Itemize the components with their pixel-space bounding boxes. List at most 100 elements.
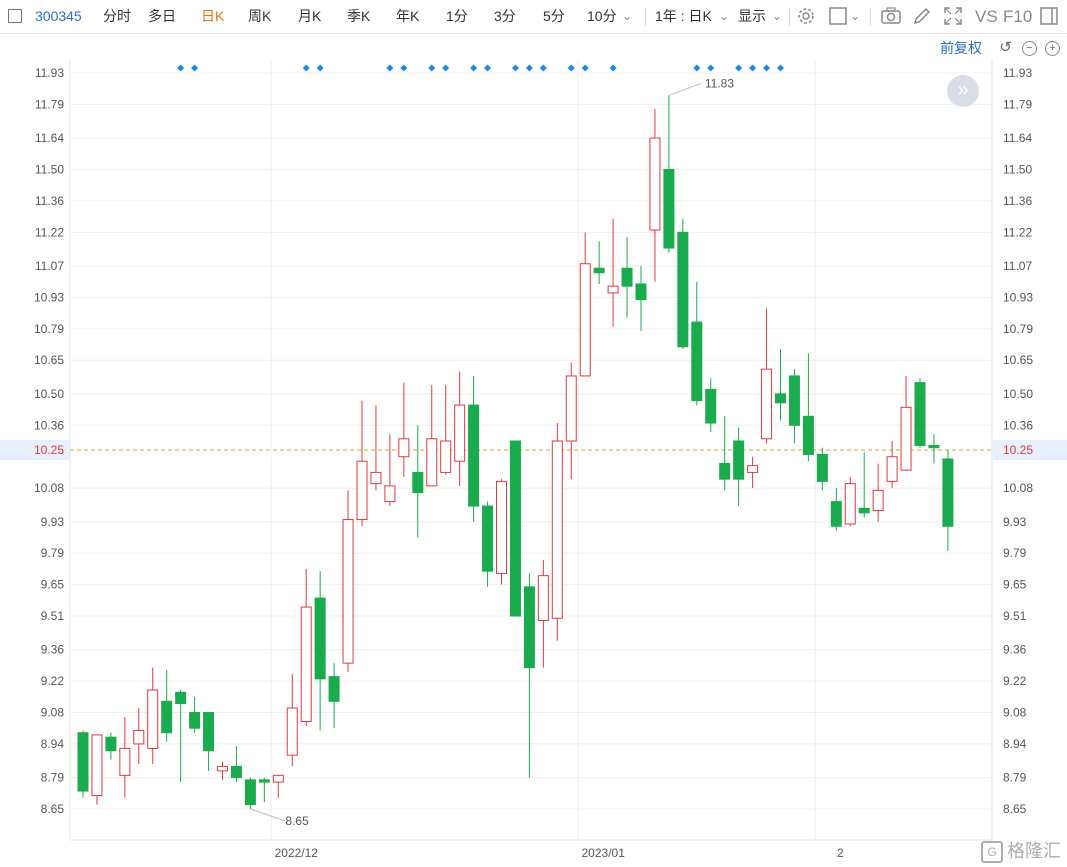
y-tick-label: 9.36	[41, 643, 65, 657]
event-marker-icon[interactable]	[177, 64, 185, 72]
event-marker-icon[interactable]	[400, 64, 408, 72]
y-tick-label: 9.65	[1003, 578, 1027, 592]
candle-body-up	[217, 765, 228, 772]
event-markers[interactable]	[177, 64, 784, 72]
y-tick-label: 11.50	[35, 162, 64, 176]
event-marker-icon[interactable]	[442, 64, 450, 72]
event-marker-icon[interactable]	[735, 64, 743, 72]
y-tick-label: 10.08	[1003, 481, 1033, 495]
candle-body-down	[105, 736, 117, 752]
y-tick-label: 11.36	[35, 194, 64, 208]
candle-body-down	[482, 505, 494, 572]
candle-body-up	[551, 440, 563, 619]
event-marker-icon[interactable]	[386, 64, 394, 72]
y-tick-label: 9.08	[1003, 706, 1027, 720]
y-tick-label: 10.93	[34, 290, 64, 304]
y-tick-label: 11.07	[35, 259, 64, 273]
candle-body-up	[370, 471, 382, 485]
y-tick-label: 10.79	[1003, 322, 1033, 336]
candle-body-down	[175, 691, 187, 705]
x-tick-label: 2	[837, 846, 844, 860]
candle-body-down	[77, 732, 89, 792]
y-tick-label: 8.94	[41, 737, 65, 751]
high-price-label: 11.83	[705, 76, 734, 90]
x-tick-label: 2023/01	[582, 846, 626, 860]
event-marker-icon[interactable]	[302, 64, 310, 72]
event-marker-icon[interactable]	[470, 64, 478, 72]
candle-body-up	[398, 438, 410, 458]
candle-body-up	[649, 137, 661, 231]
candle-body-up	[844, 483, 856, 525]
y-tick-label: 9.79	[1003, 546, 1027, 560]
event-marker-icon[interactable]	[763, 64, 771, 72]
event-marker-icon[interactable]	[191, 64, 199, 72]
y-tick-label: 10.36	[34, 418, 64, 432]
event-marker-icon[interactable]	[693, 64, 701, 72]
candle-body-down	[691, 321, 703, 402]
event-marker-icon[interactable]	[316, 64, 324, 72]
candle-body-up	[900, 406, 912, 471]
low-price-label: 8.65	[285, 814, 309, 828]
y-tick-label: 10.79	[34, 322, 64, 336]
watermark: G 格隆汇	[981, 837, 1061, 863]
candle-body-down	[189, 712, 201, 729]
y-tick-label: 8.94	[1003, 737, 1027, 751]
candle-body-up	[537, 575, 549, 622]
y-tick-label: 8.79	[41, 771, 65, 785]
candle-body-up	[119, 747, 131, 776]
candle-body-up	[342, 519, 354, 664]
x-tick-label: 2022/12	[275, 846, 319, 860]
event-marker-icon[interactable]	[511, 64, 519, 72]
candle-body-down	[468, 404, 480, 507]
candle-body-up	[356, 460, 368, 521]
event-marker-icon[interactable]	[749, 64, 757, 72]
y-tick-label: 9.51	[41, 609, 65, 623]
candle-body-up	[886, 456, 898, 482]
candle-body-down	[412, 471, 424, 494]
event-marker-icon[interactable]	[581, 64, 589, 72]
y-tick-label: 9.51	[1003, 609, 1027, 623]
event-marker-icon[interactable]	[539, 64, 547, 72]
x-axis: 2022/12 2023/01 2	[275, 846, 844, 860]
y-tick-label: 8.65	[41, 802, 65, 816]
ref-price-label: 10.25	[34, 443, 64, 457]
candlestick-chart[interactable]: 11.93 11.79 11.64 11.50 11.36 11.22 11.07 10.93…	[0, 0, 1067, 867]
candle-body-down	[328, 676, 340, 702]
event-marker-icon[interactable]	[567, 64, 575, 72]
y-tick-label: 9.65	[41, 578, 65, 592]
y-tick-label: 10.50	[34, 387, 64, 401]
candle-body-up	[384, 485, 396, 503]
expand-icon[interactable]: »	[947, 75, 979, 107]
y-tick-label: 8.65	[1003, 802, 1027, 816]
candle-body-down	[523, 586, 535, 669]
event-marker-icon[interactable]	[707, 64, 715, 72]
event-marker-icon[interactable]	[609, 64, 617, 72]
y-tick-label: 10.65	[34, 353, 64, 367]
y-tick-label: 11.22	[35, 225, 64, 239]
candle-body-down	[314, 597, 326, 680]
annotation-leader	[250, 808, 286, 822]
event-marker-icon[interactable]	[428, 64, 436, 72]
event-marker-icon[interactable]	[777, 64, 784, 72]
y-tick-label: 10.65	[1003, 353, 1033, 367]
candle-body-up	[872, 489, 884, 512]
y-tick-label: 9.79	[41, 546, 65, 560]
candle-body-down	[621, 267, 633, 287]
candle-body-down	[816, 453, 828, 482]
candle-body-up	[579, 263, 591, 377]
event-marker-icon[interactable]	[484, 64, 492, 72]
candle-body-down	[230, 765, 242, 779]
candle-body-up	[272, 774, 284, 783]
candle-body-up	[440, 440, 452, 473]
candle-body-up	[496, 480, 507, 574]
y-tick-label: 10.93	[1003, 290, 1033, 304]
candle-body-down	[830, 501, 842, 527]
watermark-text: 格隆汇	[1007, 840, 1061, 861]
candle-body-down	[942, 458, 954, 527]
candle-body-down	[663, 168, 675, 249]
y-tick-label: 11.22	[1003, 225, 1032, 239]
y-tick-label: 8.79	[1003, 771, 1027, 785]
event-marker-icon[interactable]	[525, 64, 533, 72]
candle-body-up	[147, 689, 159, 749]
ref-price-label: 10.25	[1003, 443, 1033, 457]
